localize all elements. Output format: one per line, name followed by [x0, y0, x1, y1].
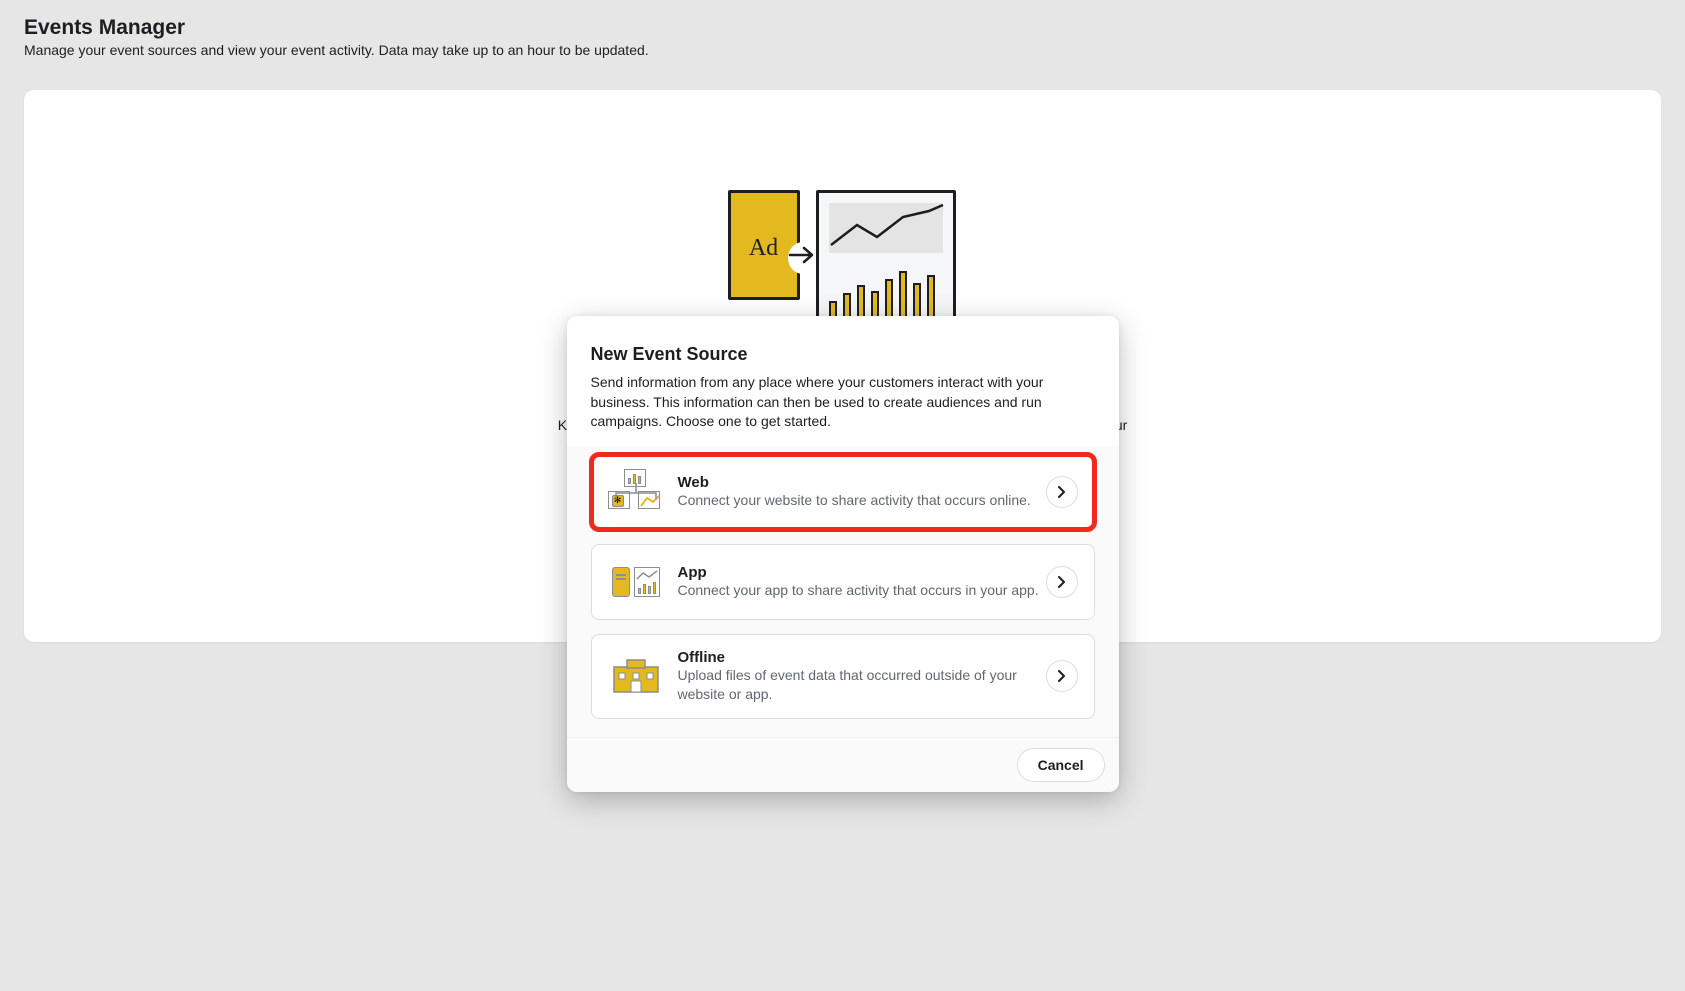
option-offline[interactable]: Offline Upload files of event data that …	[591, 634, 1095, 719]
option-app-title: App	[678, 564, 1046, 581]
option-offline-desc: Upload files of event data that occurred…	[678, 666, 1046, 704]
chevron-right-icon	[1046, 566, 1078, 598]
chevron-right-icon	[1046, 660, 1078, 692]
modal-description: Send information from any place where yo…	[591, 373, 1095, 432]
page-header: Events Manager Manage your event sources…	[0, 0, 1685, 66]
page-title: Events Manager	[24, 16, 1661, 40]
modal-footer: Cancel	[567, 737, 1119, 792]
option-app-desc: Connect your app to share activity that …	[678, 581, 1046, 600]
web-icon: ✻	[608, 469, 664, 515]
new-event-source-modal: New Event Source Send information from a…	[567, 316, 1119, 792]
cancel-button[interactable]: Cancel	[1017, 748, 1105, 782]
option-app[interactable]: App Connect your app to share activity t…	[591, 544, 1095, 620]
arrow-icon	[788, 242, 818, 274]
offline-icon	[608, 653, 664, 699]
page-subtitle: Manage your event sources and view your …	[24, 42, 1661, 58]
app-icon	[608, 559, 664, 605]
event-source-options: ✻ Web Connect your website to share acti…	[567, 446, 1119, 737]
option-web-title: Web	[678, 474, 1046, 491]
modal-title: New Event Source	[591, 344, 1095, 365]
option-offline-title: Offline	[678, 649, 1046, 666]
option-web[interactable]: ✻ Web Connect your website to share acti…	[591, 454, 1095, 530]
option-web-desc: Connect your website to share activity t…	[678, 491, 1046, 510]
chevron-right-icon	[1046, 476, 1078, 508]
